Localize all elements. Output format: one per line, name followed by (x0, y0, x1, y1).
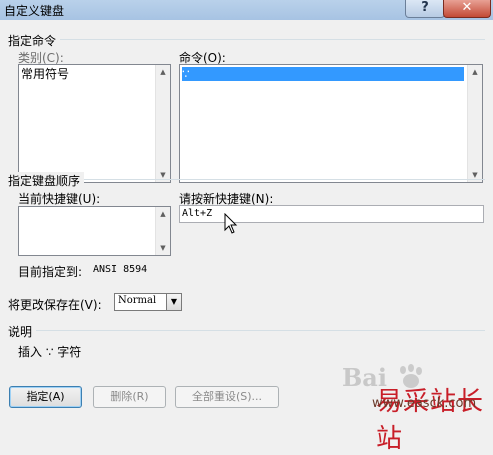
current-keys-label: 当前快捷键(U): (18, 192, 101, 206)
dialog-body: 指定命令 类别(C): 常用符号 ▲ ▼ 命令(O): ∵ ▲ ▼ 指定键盘顺序… (0, 20, 493, 454)
categories-scrollbar[interactable]: ▲ ▼ (155, 65, 170, 182)
save-in-label: 将更改保存在(V): (8, 298, 102, 312)
description-section: 说明 (8, 323, 485, 340)
scroll-up-arrow-icon[interactable]: ▲ (156, 207, 170, 221)
section-divider (8, 39, 485, 40)
window-title: 自定义键盘 (4, 4, 65, 18)
remove-button[interactable]: 删除(R) (93, 386, 166, 408)
assign-command-section-label: 指定命令 (8, 32, 61, 49)
title-bar: 自定义键盘 ? ✕ (0, 0, 493, 20)
reset-all-button[interactable]: 全部重设(S)... (175, 386, 279, 408)
assign-command-section: 指定命令 (8, 32, 485, 49)
current-keys-listbox[interactable]: ▲ ▼ (18, 206, 171, 256)
keyboard-sequence-section: 指定键盘顺序 (8, 172, 485, 189)
mouse-pointer-icon (224, 213, 238, 234)
command-item[interactable]: ∵ (182, 67, 464, 81)
section-divider (8, 330, 485, 331)
commands-scrollbar[interactable]: ▲ ▼ (467, 65, 482, 182)
commands-listbox[interactable]: ∵ ▲ ▼ (179, 64, 483, 183)
categories-listbox[interactable]: 常用符号 ▲ ▼ (18, 64, 171, 183)
site-url-watermark: www.easck.com (372, 396, 477, 411)
description-text: 插入 ∵ 字符 (18, 345, 82, 359)
assign-button[interactable]: 指定(A) (9, 386, 82, 408)
category-item[interactable]: 常用符号 (21, 67, 151, 81)
assigned-to-value: ANSI 8594 (93, 264, 148, 275)
close-button[interactable]: ✕ (443, 0, 491, 18)
save-in-value: Normal (118, 295, 157, 306)
dropdown-arrow-icon[interactable]: ▼ (166, 294, 181, 310)
current-keys-scrollbar[interactable]: ▲ ▼ (155, 207, 170, 255)
scroll-up-arrow-icon[interactable]: ▲ (468, 65, 482, 79)
help-button[interactable]: ? (405, 0, 445, 18)
scroll-down-arrow-icon[interactable]: ▼ (156, 241, 170, 255)
assigned-to-label: 目前指定到: (18, 265, 83, 279)
keyboard-sequence-section-label: 指定键盘顺序 (8, 172, 85, 189)
scroll-up-arrow-icon[interactable]: ▲ (156, 65, 170, 79)
site-watermark: 易采站长站 (376, 387, 485, 454)
description-section-label: 说明 (8, 323, 37, 340)
save-in-select[interactable]: Normal ▼ (114, 293, 182, 311)
